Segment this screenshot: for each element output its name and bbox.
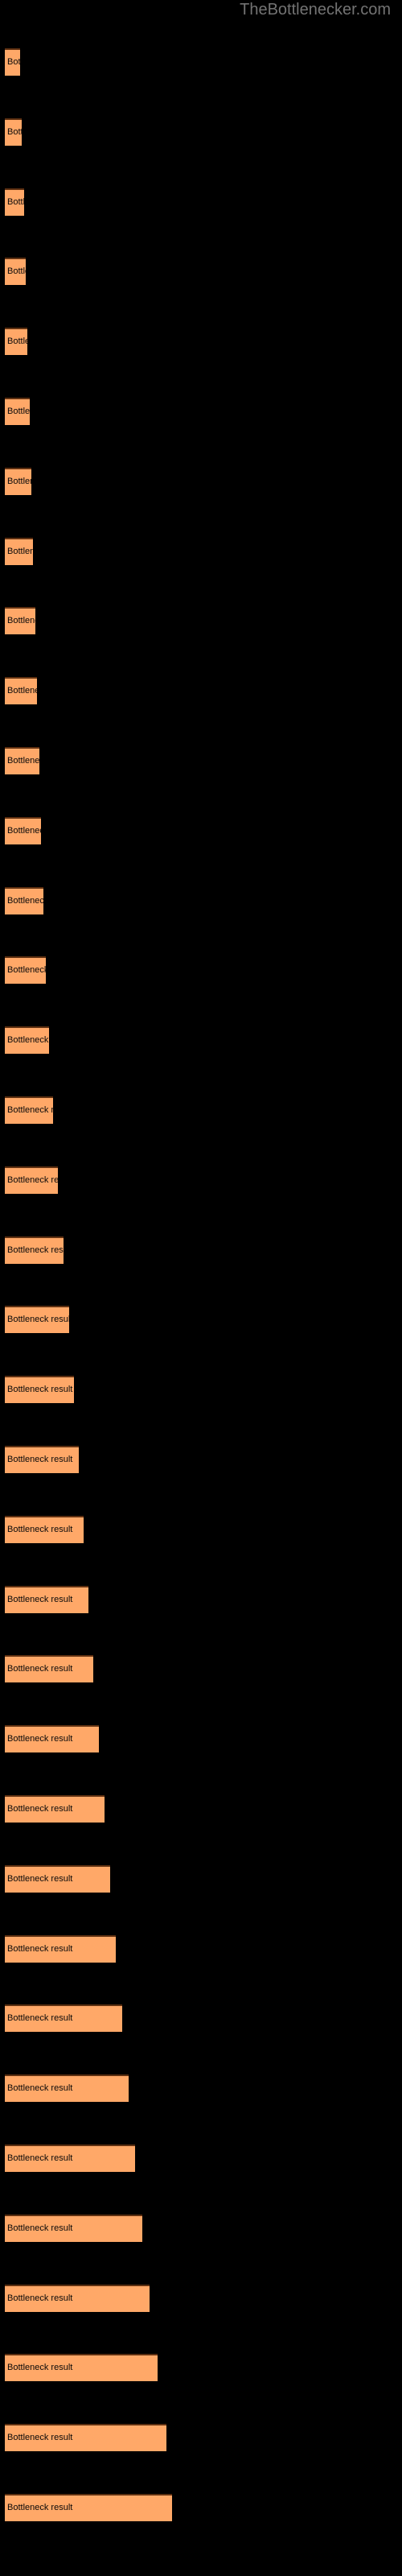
bar[interactable]: Bottleneck result <box>5 1725 99 1752</box>
bar-label: Bottleneck result <box>7 2223 73 2233</box>
bar-label: Bottleneck result <box>7 965 46 975</box>
bar-label: Bottleneck result <box>7 1734 73 1744</box>
bar[interactable]: Bottleneck result <box>5 1865 110 1893</box>
bar[interactable]: Bottleneck result <box>5 887 43 914</box>
bar-label: Bottleneck result <box>7 2013 73 2023</box>
bar-label: Bottleneck result <box>7 1455 73 1464</box>
bar[interactable]: Bottleneck result <box>5 1376 74 1403</box>
bar[interactable]: Bottleneck result <box>5 1306 69 1333</box>
bar[interactable]: Bottleneck result <box>5 1446 79 1473</box>
bar-label: Bottleneck result <box>7 616 35 625</box>
bar-label: Bottleneck result <box>7 1105 53 1115</box>
bar[interactable]: Bottleneck result <box>5 677 37 704</box>
bar-label: Bottleneck result <box>7 1175 58 1185</box>
bar-label: Bottleneck result <box>7 2433 73 2442</box>
bar[interactable]: Bottleneck result <box>5 2285 150 2312</box>
bar-label: Bottleneck result <box>7 336 27 346</box>
bar[interactable]: Bottleneck result <box>5 1935 116 1963</box>
bar-label: Bottleneck result <box>7 1804 73 1814</box>
bar-label: Bottleneck result <box>7 197 24 207</box>
bar[interactable]: Bottleneck result <box>5 2074 129 2102</box>
bar-label: Bottleneck result <box>7 896 43 906</box>
bottleneck-bar-chart: Bottleneck result Bottleneck result Bottle… <box>0 0 402 2576</box>
bar[interactable]: Bottleneck result <box>5 747 39 774</box>
bar[interactable]: Bottleneck result <box>5 2004 122 2032</box>
bar-label: Bottleneck result <box>7 1525 73 1534</box>
bar-label: Bottleneck result <box>7 1874 73 1884</box>
bar-label: Bottleneck result <box>7 127 22 137</box>
bar-label: Bottleneck result <box>7 57 20 67</box>
bar[interactable]: Bottleneck result <box>5 607 35 634</box>
bar-label: Bottleneck result <box>7 1595 73 1604</box>
bar-label: Bottleneck result <box>7 1245 64 1255</box>
bar[interactable]: Bottleneck result <box>5 1026 49 1054</box>
bar-label: Bottleneck result <box>7 2503 73 2512</box>
bar[interactable]: Bottleneck result <box>5 817 41 844</box>
bar-label: Bottleneck result <box>7 2083 73 2093</box>
bar-label: Bottleneck result <box>7 1664 73 1674</box>
bar[interactable]: Bottleneck result <box>5 2145 135 2172</box>
bar[interactable]: Bottleneck result <box>5 188 24 216</box>
bar-label: Bottleneck result <box>7 2153 73 2163</box>
bar[interactable]: Bottleneck result <box>5 1516 84 1543</box>
bar[interactable]: Bottleneck result <box>5 398 30 425</box>
bar-label: Bottleneck result <box>7 547 33 556</box>
bar-label: Bottleneck result <box>7 686 37 696</box>
bar-label: Bottleneck result <box>7 2363 73 2372</box>
bar-label: Bottleneck result <box>7 1315 69 1324</box>
bar[interactable]: Bottleneck result <box>5 1655 93 1682</box>
bar[interactable]: Bottleneck result <box>5 258 26 285</box>
bar[interactable]: Bottleneck result <box>5 118 22 146</box>
bar[interactable]: Bottleneck result <box>5 538 33 565</box>
bar[interactable]: Bottleneck result <box>5 1795 105 1823</box>
bar[interactable]: Bottleneck result <box>5 328 27 355</box>
bar-label: Bottleneck result <box>7 2293 73 2303</box>
bar[interactable]: Bottleneck result <box>5 48 20 76</box>
bar[interactable]: Bottleneck result <box>5 1236 64 1264</box>
bar-label: Bottleneck result <box>7 266 26 276</box>
bar[interactable]: Bottleneck result <box>5 1586 88 1613</box>
bar[interactable]: Bottleneck result <box>5 2215 142 2242</box>
bar[interactable]: Bottleneck result <box>5 956 46 984</box>
bar-label: Bottleneck result <box>7 407 30 416</box>
page-root: TheBottlenecker.com Bottleneck resultBot… <box>0 0 402 2576</box>
bar-label: Bottleneck result <box>7 826 41 836</box>
bar-label: Bottleneck result <box>7 1385 73 1394</box>
bar[interactable]: Bottleneck result <box>5 1096 53 1124</box>
bar[interactable]: Bottleneck result <box>5 2354 158 2381</box>
bar[interactable]: Bottleneck result <box>5 2424 166 2451</box>
bar-label: Bottleneck result <box>7 756 39 766</box>
bar-label: Bottleneck result <box>7 1035 49 1045</box>
bar-label: Bottleneck result <box>7 477 31 486</box>
bar[interactable]: Bottleneck result <box>5 1166 58 1194</box>
bar[interactable]: Bottleneck result <box>5 468 31 495</box>
bar[interactable]: Bottleneck result <box>5 2494 172 2521</box>
bar-label: Bottleneck result <box>7 1944 73 1954</box>
